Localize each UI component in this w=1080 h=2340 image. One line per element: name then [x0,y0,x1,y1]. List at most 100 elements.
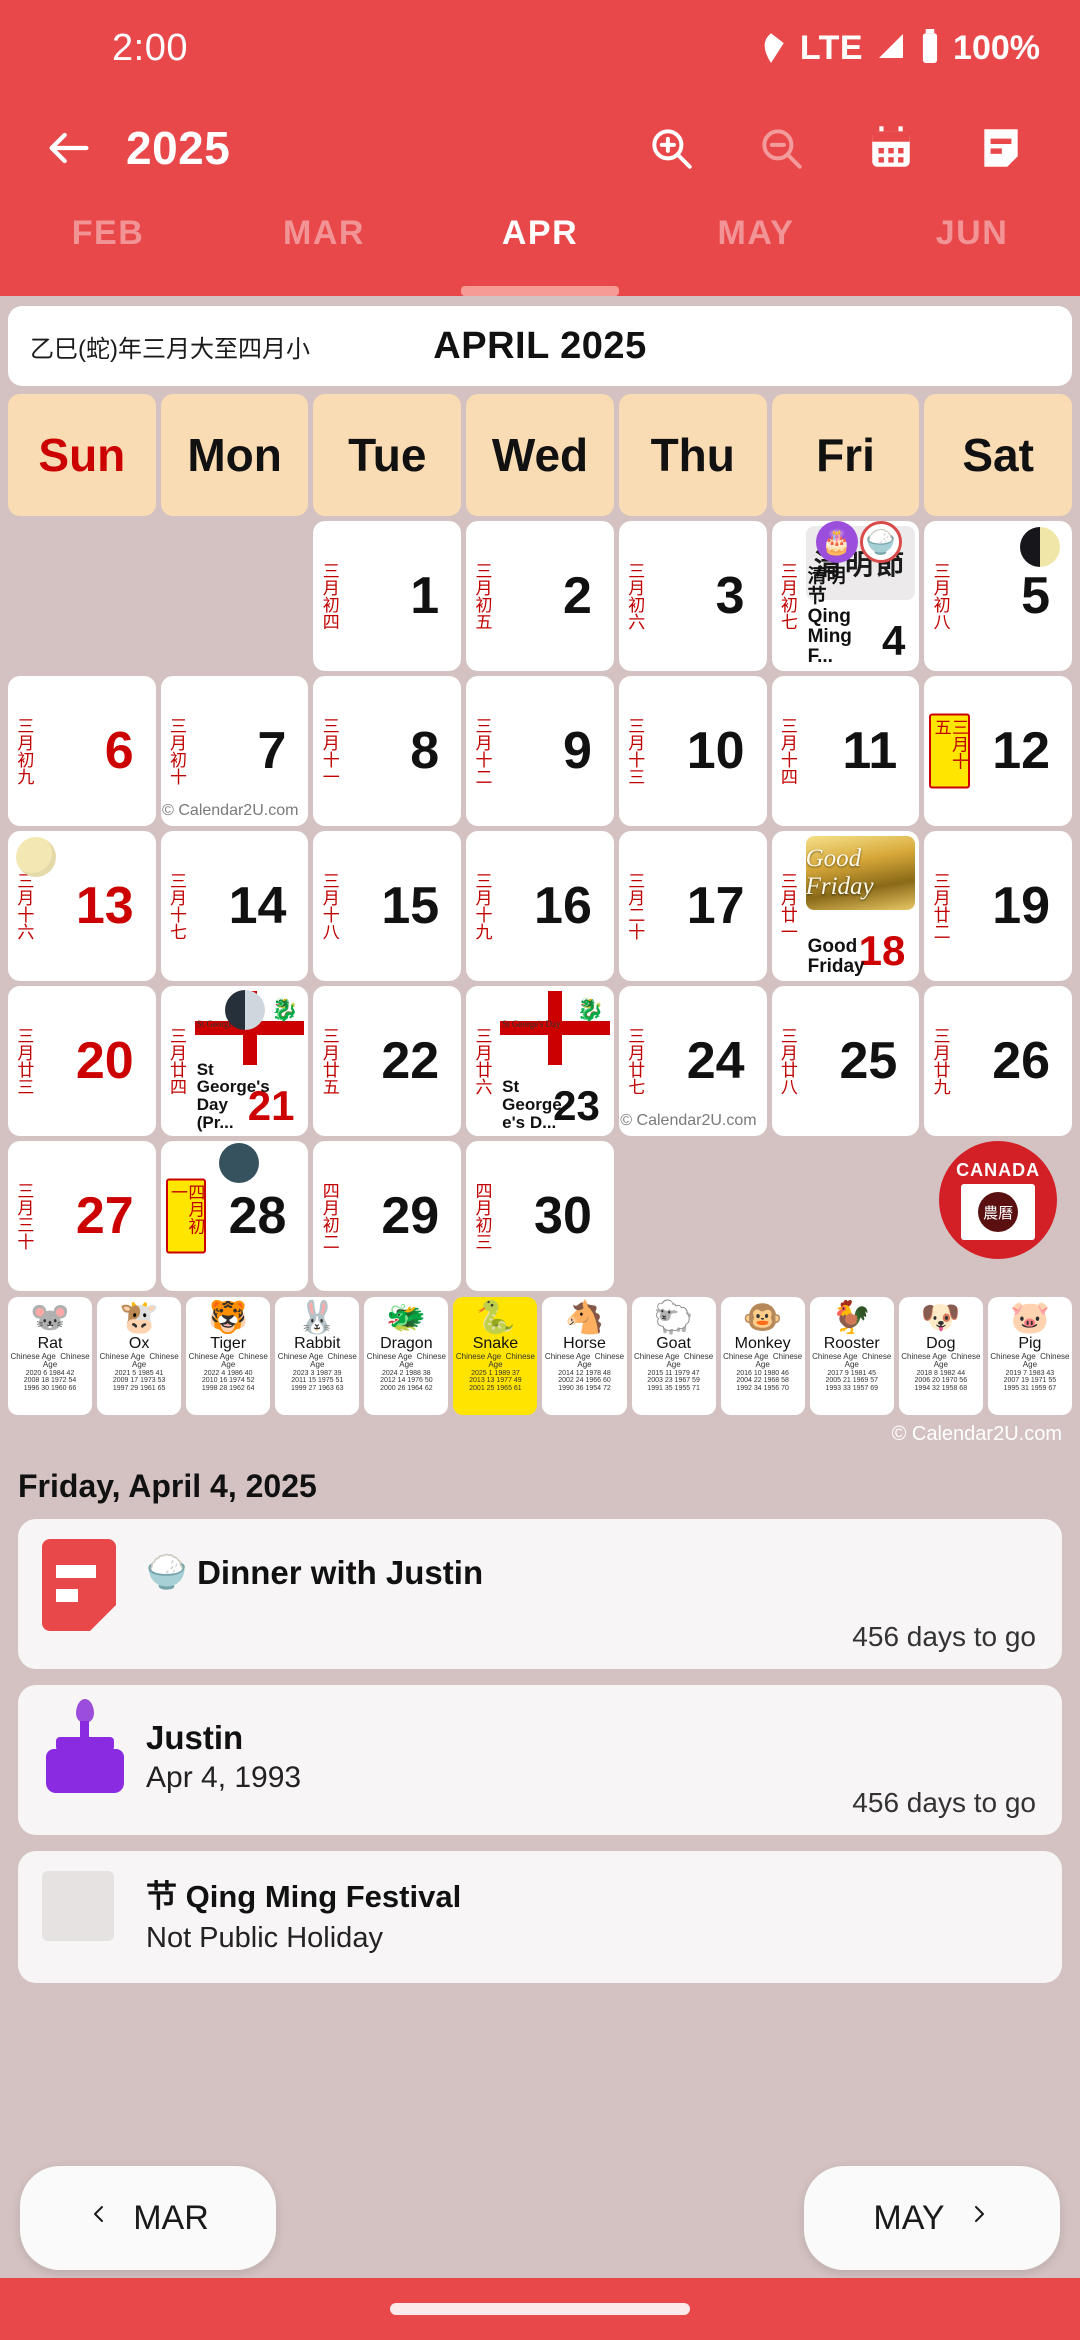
calendar-day-8[interactable]: 三月十一 8 [313,676,462,826]
day-number: 4 [881,617,906,664]
calendar-day-5[interactable]: 三月初八 5 [924,521,1073,671]
calendar-day-1[interactable]: 三月初四 1 [313,521,462,671]
calendar-day-6[interactable]: 三月初九 6 [8,676,156,826]
zodiac-card-tiger[interactable]: 🐯 Tiger Chinese Age Chinese Age 2022 4 1986… [186,1297,271,1415]
lunar-date-label: 三月初四 [319,562,339,630]
zodiac-card-rat[interactable]: 🐭 Rat Chinese Age Chinese Age 2020 6 1984 4… [8,1297,93,1415]
calendar-day-24[interactable]: 三月廿七 24 © Calendar2U.com [618,986,767,1136]
weekday-header-sun: Sun [8,394,156,516]
lunar-date-label: 三月十七 [167,872,187,940]
month-tab-apr[interactable]: APR [432,200,648,296]
zodiac-card-dragon[interactable]: 🐲 Dragon Chinese Age Chinese Age 2024 2 198… [364,1297,449,1415]
calendar-credit: © Calendar2U.com [891,1423,1062,1445]
calendar-day-11[interactable]: 三月十四 11 [771,676,920,826]
notes-icon[interactable] [970,117,1032,179]
weekday-header-tue: Tue [313,394,462,516]
calendar-day-23[interactable]: St George's Day 🐉 三月廿六 23 St George e's D... [466,986,614,1136]
day-number: 14 [228,877,287,935]
calendar-day-7[interactable]: 三月初十 7 © Calendar2U.com [160,676,309,826]
zodiac-card-dog[interactable]: 🐶 Dog Chinese Age Chinese Age 2018 8 1982 4… [898,1297,983,1415]
day-event-label: St George e's D... [502,1077,562,1133]
calendar-day-4[interactable]: 清明節 🎂 🍚 三月初七 4 清明节 Qing Ming F... [771,521,920,671]
zodiac-card-ox[interactable]: 🐮 Ox Chinese Age Chinese Age 2021 5 1985 41… [97,1297,182,1415]
calendar-day-9[interactable]: 三月十二 9 [466,676,614,826]
back-arrow-icon[interactable] [34,113,104,183]
zodiac-age-values: 2019 7 1983 43 2007 19 1971 55 1995 31 195… [1003,1370,1057,1392]
calendar-grid: Sun Mon Tue Wed Thu Fri Sat 三月初四 1 三月初五 2 三月初六 3 清明節… [8,394,1073,1291]
calendar-day-30[interactable]: 四月初三 30 [466,1141,614,1291]
prev-month-button[interactable]: MAR [20,2166,276,2270]
zodiac-age-values: 2017 9 1981 45 2005 21 1969 57 1993 33 195… [825,1370,879,1392]
lunar-date-label: 三月初七 [777,562,797,630]
month-tab-feb[interactable]: FEB [0,200,216,296]
events-date-header: Friday, April 4, 2025 [18,1468,317,1504]
lunar-date-label: 四月初一 [165,1178,207,1254]
gesture-bar[interactable] [390,2303,690,2315]
lunar-date-label: 三月十四 [777,717,797,785]
calendar-week-row: 三月十六 13 三月十七 14 三月十八 15 三月十九 16 三月二十 17 Good Frida… [8,831,1073,981]
day-number: 10 [686,722,745,780]
moon-phase-icon [1020,527,1061,567]
calendar-day-20[interactable]: 三月廿三 20 [8,986,156,1136]
lunar-date-label: 四月初二 [319,1182,339,1250]
zodiac-card-monkey[interactable]: 🐵 Monkey Chinese Age Chinese Age 2016 10 19… [720,1297,805,1415]
calendar-cell-empty [772,1141,920,1291]
lunar-date-label: 三月十六 [14,872,34,940]
month-tab-mar[interactable]: MAR [216,200,432,296]
weekday-header-thu: Thu [618,394,767,516]
calendar-day-28[interactable]: 四月初一 28 [160,1141,309,1291]
zodiac-age-sublabel: Chinese Age Chinese Age [455,1352,536,1369]
calendar-day-26[interactable]: 三月廿九 26 [924,986,1073,1136]
zodiac-card-snake[interactable]: 🐍 Snake Chinese Age Chinese Age 2025 1 1989… [453,1297,538,1415]
calendar-day-3[interactable]: 三月初六 3 [618,521,767,671]
zodiac-card-rabbit[interactable]: 🐰 Rabbit Chinese Age Chinese Age 2023 3 198… [275,1297,360,1415]
event-thumbnail: Good Friday [805,836,916,910]
calendar-day-13[interactable]: 三月十六 13 [8,831,156,981]
calendar-day-15[interactable]: 三月十八 15 [313,831,462,981]
watermark-label: © Calendar2U.com [620,1112,757,1129]
zodiac-animal-icon: 🐭 [30,1299,70,1335]
lunar-date-label: 三月十一 [319,717,339,785]
zoom-out-icon[interactable] [750,117,812,179]
calendar-day-22[interactable]: 三月廿五 22 [313,986,462,1136]
event-title: Justin [146,1705,301,1757]
calendar-day-19[interactable]: 三月廿二 19 [924,831,1073,981]
calendar-day-10[interactable]: 三月十三 10 [618,676,767,826]
next-month-button[interactable]: MAY [804,2166,1060,2270]
calendar-day-27[interactable]: 三月三十 27 [8,1141,156,1291]
calendar-day-12[interactable]: 三月十五 12 [924,676,1073,826]
calendar-day-18[interactable]: Good Friday 三月廿一 18 Good Friday [771,831,920,981]
day-number: 26 [992,1032,1051,1090]
lunar-date-label: 三月廿八 [777,1027,797,1095]
calendar-day-2[interactable]: 三月初五 2 [466,521,614,671]
zodiac-card-pig[interactable]: 🐷 Pig Chinese Age Chinese Age 2019 7 1983 4… [987,1297,1072,1415]
month-tab-jun[interactable]: JUN [864,200,1080,296]
lunar-date-label: 三月初九 [14,717,34,785]
day-number: 25 [839,1032,898,1090]
lunar-date-label: 三月初六 [625,562,645,630]
calendar-icon[interactable] [860,117,922,179]
month-nav-bar: MAR MAY [0,2166,1080,2270]
calendar-day-14[interactable]: 三月十七 14 [160,831,309,981]
lunar-year-label: 乙巳(蛇)年三月大至四月小 [30,335,310,363]
zoom-in-icon[interactable] [640,117,702,179]
calendar-day-21[interactable]: St George's Day 🐉 三月廿四 21 St George's Day (P… [160,986,309,1136]
calendar-day-25[interactable]: 三月廿八 25 [771,986,920,1136]
zodiac-card-goat[interactable]: 🐑 Goat Chinese Age Chinese Age 2015 11 1979… [631,1297,716,1415]
zodiac-card-rooster[interactable]: 🐓 Rooster Chinese Age Chinese Age 2017 9 19… [809,1297,894,1415]
network-type-label: LTE [799,28,864,67]
event-card-holiday[interactable]: 节 Qing Ming Festival Not Public Holiday [18,1851,1062,1983]
calendar-day-16[interactable]: 三月十九 16 [466,831,614,981]
event-card-birthday[interactable]: Justin Apr 4, 1993 456 days to go [18,1685,1062,1835]
zodiac-age-values: 2020 6 1984 42 2008 18 1972 54 1996 30 196… [23,1370,77,1392]
month-tab-may[interactable]: MAY [648,200,864,296]
event-card-dinner[interactable]: 🍚 Dinner with Justin 456 days to go [18,1519,1062,1669]
zodiac-card-horse[interactable]: 🐴 Horse Chinese Age Chinese Age 2014 12 197… [542,1297,627,1415]
day-number: 5 [1021,567,1051,625]
status-indicators: LTE 100% [754,28,1040,68]
calendar-day-29[interactable]: 四月初二 29 [313,1141,462,1291]
zodiac-name: Tiger [210,1335,247,1352]
calendar-day-17[interactable]: 三月二十 17 [618,831,767,981]
day-number: 22 [381,1032,440,1090]
zodiac-animal-icon: 🐍 [475,1299,516,1335]
